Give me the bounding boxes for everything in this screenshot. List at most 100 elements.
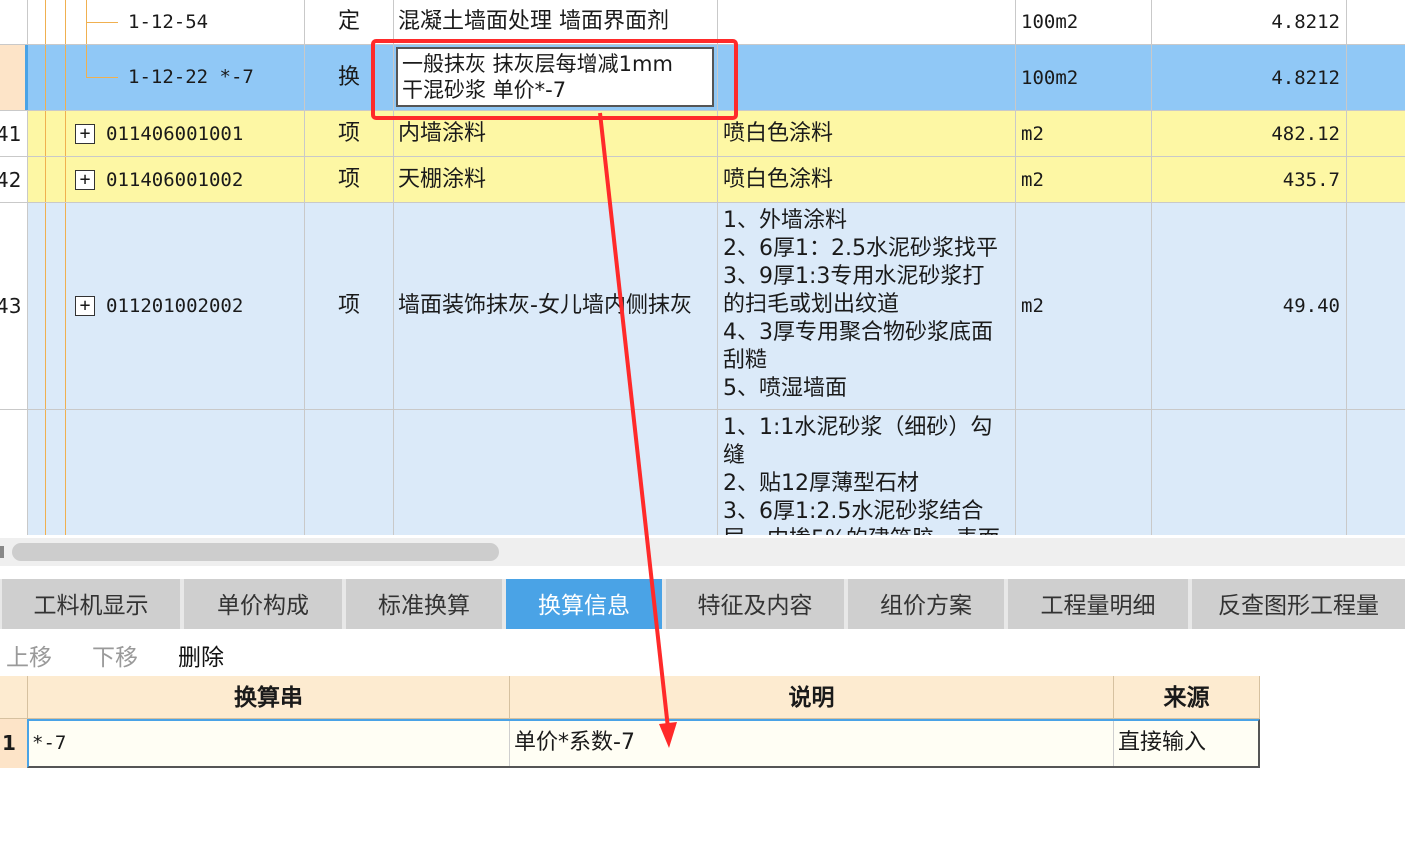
quantity-cell[interactable]: 4.8212 bbox=[1152, 0, 1347, 44]
quantity-cell[interactable] bbox=[1152, 410, 1347, 535]
move-up-button[interactable]: 上移 bbox=[6, 638, 52, 672]
row-number-cell bbox=[0, 0, 28, 44]
type-text: 项 bbox=[337, 293, 360, 318]
code-text: 011201002002 bbox=[106, 295, 244, 317]
name-cell[interactable]: 墙面装饰抹灰-女儿墙内侧抹灰 bbox=[394, 203, 718, 409]
expand-icon[interactable]: + bbox=[75, 170, 95, 190]
row-number: 41 bbox=[0, 121, 22, 146]
feature-text: 喷白色涂料 bbox=[723, 120, 834, 146]
code-text: 011406001001 bbox=[106, 123, 244, 145]
tab-features-content[interactable]: 特征及内容 bbox=[666, 579, 844, 629]
feature-cell[interactable]: 1、1:1水泥砂浆（细砂）勾 缝 2、贴12厚薄型石材 3、6厚1:2.5水泥砂… bbox=[718, 410, 1016, 535]
feature-line: 的扫毛或划出纹道 bbox=[723, 292, 900, 317]
feature-cell[interactable]: 喷白色涂料 bbox=[718, 157, 1016, 202]
type-text: 项 bbox=[337, 166, 360, 192]
tab-pricing-plan[interactable]: 组价方案 bbox=[848, 579, 1004, 629]
unit-text: 100m2 bbox=[1021, 66, 1079, 89]
quantity-text: 482.12 bbox=[1271, 122, 1340, 145]
unit-cell: 100m2 bbox=[1016, 45, 1152, 110]
type-text: 换 bbox=[337, 64, 360, 90]
tab-standard-conversion[interactable]: 标准换算 bbox=[346, 579, 502, 629]
feature-cell[interactable]: 1、外墙涂料 2、6厚1：2.5水泥砂浆找平 3、9厚1:3专用水泥砂浆打 的扫… bbox=[718, 203, 1016, 409]
column-header-source[interactable]: 来源 bbox=[1114, 676, 1260, 719]
feature-line: 5、喷湿墙面 bbox=[723, 376, 847, 401]
feature-line: 1、外墙涂料 bbox=[723, 208, 847, 233]
name-cell[interactable]: 天棚涂料 bbox=[394, 157, 718, 202]
table-row[interactable]: 43 + 011201002002 项 墙面装饰抹灰-女儿墙内侧抹灰 1、外墙涂… bbox=[0, 203, 1405, 410]
quantity-cell[interactable]: 482.12 bbox=[1152, 111, 1347, 156]
quantity-cell[interactable]: 49.40 bbox=[1152, 203, 1347, 409]
feature-text: 喷白色涂料 bbox=[723, 166, 834, 192]
tab-quantity-detail[interactable]: 工程量明细 bbox=[1008, 579, 1188, 629]
row-number-cell: 1 bbox=[0, 719, 28, 768]
row-number-cell: 41 bbox=[0, 111, 28, 156]
extra-cell bbox=[1347, 157, 1405, 202]
expr-cell[interactable]: *-7 bbox=[28, 719, 510, 768]
code-text: 1-12-22 *-7 bbox=[128, 66, 254, 88]
code-cell[interactable]: + 011406001001 bbox=[28, 111, 305, 156]
type-text: 项 bbox=[337, 120, 360, 146]
tab-labor-material-machine[interactable]: 工料机显示 bbox=[2, 579, 180, 629]
corner-header bbox=[0, 676, 28, 719]
tab-conversion-info[interactable]: 换算信息 bbox=[506, 579, 662, 629]
conversion-toolbar: 上移 下移 删除 bbox=[0, 636, 1405, 672]
feature-line: 2、6厚1：2.5水泥砂浆找平 bbox=[723, 236, 998, 261]
delete-button[interactable]: 删除 bbox=[178, 638, 224, 672]
code-cell[interactable] bbox=[28, 410, 305, 535]
scroll-left-icon[interactable] bbox=[0, 546, 4, 558]
table-row[interactable]: 42 + 011406001002 项 天棚涂料 喷白色涂料 m2 435.7 bbox=[0, 157, 1405, 203]
column-header-desc[interactable]: 说明 bbox=[510, 676, 1114, 719]
type-cell: 定 bbox=[305, 0, 394, 44]
desc-cell[interactable]: 单价*系数-7 bbox=[510, 719, 1114, 768]
code-cell[interactable]: 1-12-22 *-7 bbox=[28, 45, 305, 110]
expand-icon[interactable]: + bbox=[75, 124, 95, 144]
name-cell[interactable]: 混凝土墙面处理 墙面界面剂 bbox=[394, 0, 718, 44]
extra-cell bbox=[1347, 111, 1405, 156]
feature-cell[interactable]: 喷白色涂料 bbox=[718, 111, 1016, 156]
unit-text: 100m2 bbox=[1021, 11, 1079, 33]
feature-cell[interactable] bbox=[718, 45, 1016, 110]
extra-cell bbox=[1347, 203, 1405, 409]
scrollbar-thumb[interactable] bbox=[12, 543, 499, 561]
unit-text: m2 bbox=[1021, 122, 1044, 145]
expand-icon[interactable]: + bbox=[75, 296, 95, 316]
annotation-highlight-box bbox=[371, 39, 738, 120]
tab-reverse-graphic-quantity[interactable]: 反查图形工程量 bbox=[1192, 579, 1405, 629]
quantity-text: 435.7 bbox=[1282, 168, 1340, 191]
quantity-text: 4.8212 bbox=[1271, 66, 1340, 89]
quantity-cell[interactable]: 4.8212 bbox=[1152, 45, 1347, 110]
tab-unit-price-composition[interactable]: 单价构成 bbox=[184, 579, 342, 629]
type-text: 定 bbox=[337, 9, 360, 34]
unit-text: m2 bbox=[1021, 295, 1044, 317]
row-number: 42 bbox=[0, 167, 22, 192]
extra-cell bbox=[1347, 0, 1405, 44]
type-cell: 项 bbox=[305, 157, 394, 202]
table-row[interactable]: 1、1:1水泥砂浆（细砂）勾 缝 2、贴12厚薄型石材 3、6厚1:2.5水泥砂… bbox=[0, 410, 1405, 535]
quantity-cell[interactable]: 435.7 bbox=[1152, 157, 1347, 202]
code-cell[interactable]: + 011406001002 bbox=[28, 157, 305, 202]
feature-cell[interactable] bbox=[718, 0, 1016, 44]
row-number-cell bbox=[0, 410, 28, 535]
row-number-cell: 42 bbox=[0, 157, 28, 202]
unit-text: m2 bbox=[1021, 168, 1044, 191]
source-cell[interactable]: 直接输入 bbox=[1114, 719, 1260, 768]
feature-line: 3、9厚1:3专用水泥砂浆打 bbox=[723, 264, 985, 289]
detail-tab-bar: 工料机显示 单价构成 标准换算 换算信息 特征及内容 组价方案 工程量明细 反查… bbox=[0, 579, 1405, 629]
feature-line: 4、3厚专用聚合物砂浆底面 bbox=[723, 320, 993, 345]
code-text: 1-12-54 bbox=[128, 11, 209, 33]
quantity-text: 4.8212 bbox=[1271, 11, 1340, 33]
horizontal-scrollbar[interactable] bbox=[0, 538, 1405, 566]
move-down-button[interactable]: 下移 bbox=[92, 638, 138, 672]
name-cell[interactable] bbox=[394, 410, 718, 535]
type-cell: 项 bbox=[305, 203, 394, 409]
code-cell[interactable]: 1-12-54 bbox=[28, 0, 305, 44]
code-text: 011406001002 bbox=[106, 169, 244, 191]
extra-cell bbox=[1347, 45, 1405, 110]
name-text: 内墙涂料 bbox=[398, 120, 487, 146]
column-header-expr[interactable]: 换算串 bbox=[28, 676, 510, 719]
row-number: 43 bbox=[0, 294, 22, 318]
code-cell[interactable]: + 011201002002 bbox=[28, 203, 305, 409]
quantity-text: 49.40 bbox=[1282, 295, 1340, 317]
row-number-cell: 43 bbox=[0, 203, 28, 409]
conversion-info-table: 换算串 说明 来源 1 *-7 单价*系数-7 直接输入 bbox=[0, 676, 1260, 768]
